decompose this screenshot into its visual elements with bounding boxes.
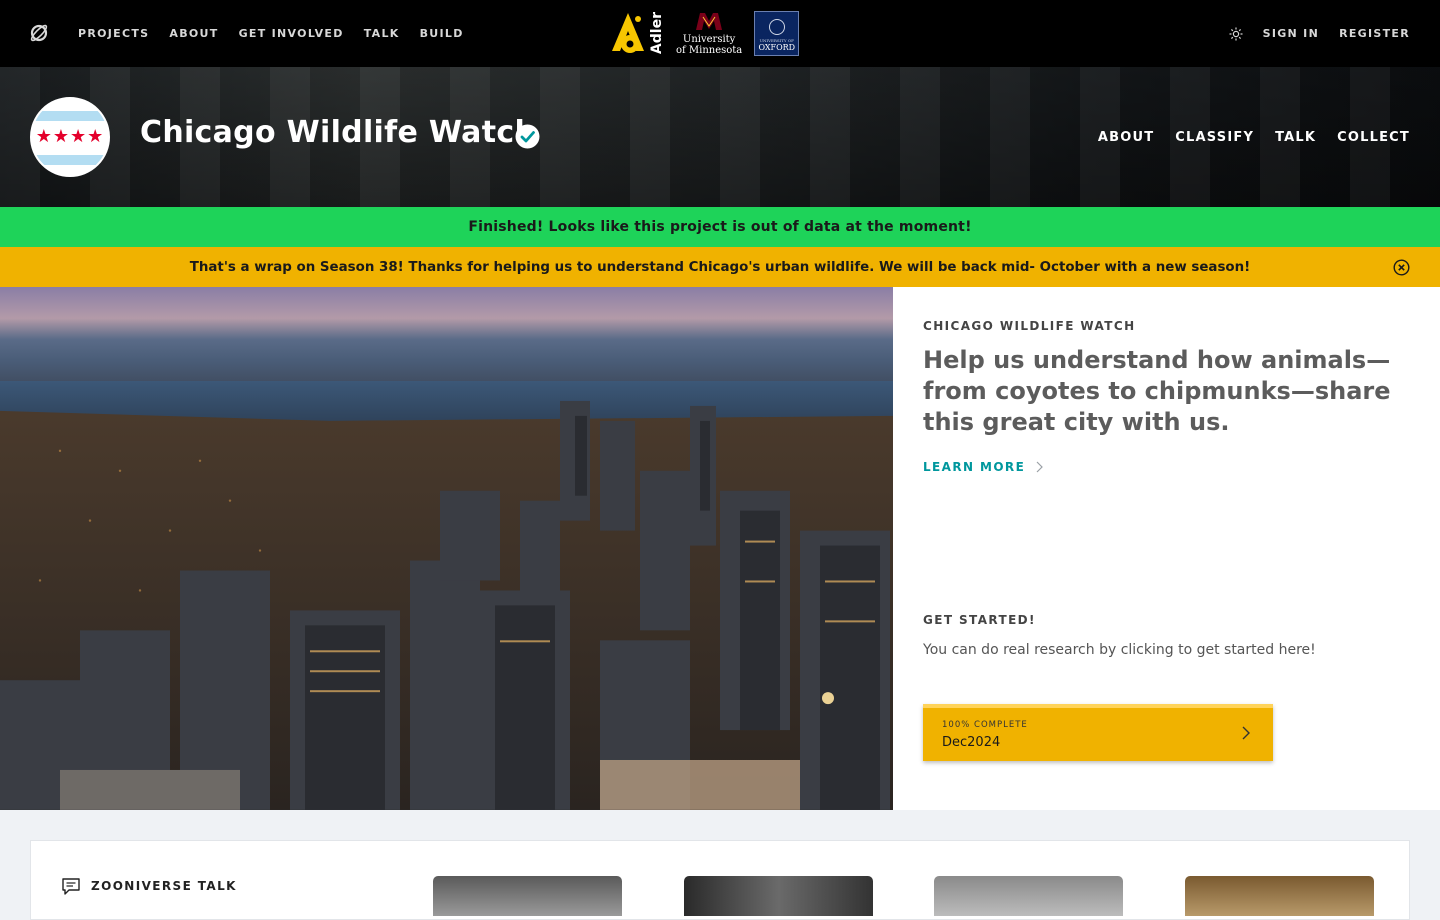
nav-get-involved-link[interactable]: GET INVOLVED: [239, 27, 344, 40]
talk-section: ZOONIVERSE TALK: [30, 840, 1410, 920]
get-started-title: GET STARTED!: [923, 613, 1036, 627]
talk-thumbnail[interactable]: [684, 876, 873, 916]
chicago-skyline-image: [0, 381, 893, 810]
project-eyebrow: CHICAGO WILDLIFE WATCH: [923, 319, 1136, 333]
project-header: ★★★★ Chicago Wildlife Watch ABOUT CLASSI…: [0, 67, 1440, 207]
sign-in-link[interactable]: SIGN IN: [1263, 27, 1319, 40]
project-hero-panel: CHICAGO WILDLIFE WATCH Help us understan…: [893, 287, 1440, 810]
talk-bubble-icon: [62, 878, 80, 895]
talk-thumbnail[interactable]: [433, 876, 622, 916]
finished-banner-text: Finished! Looks like this project is out…: [468, 219, 972, 235]
workflow-name: Dec2024: [942, 735, 1001, 750]
finished-banner: Finished! Looks like this project is out…: [0, 207, 1440, 247]
verified-check-icon: [515, 124, 540, 149]
nav-projects-link[interactable]: PROJECTS: [78, 27, 149, 40]
talk-heading: ZOONIVERSE TALK: [61, 876, 237, 896]
workflow-button[interactable]: 100% COMPLETE Dec2024: [923, 704, 1273, 761]
oxford-wordmark: OXFORD: [758, 42, 796, 52]
zooniverse-logo-icon[interactable]: [29, 23, 49, 43]
learn-more-link[interactable]: LEARN MORE: [923, 460, 1044, 474]
flag-stars: ★★★★: [35, 126, 105, 147]
learn-more-label: LEARN MORE: [923, 460, 1026, 474]
project-background-image: [0, 287, 893, 810]
adler-a-icon: [612, 13, 644, 53]
get-started-text: You can do real research by clicking to …: [923, 642, 1316, 658]
zooniverse-top-nav: PROJECTS ABOUT GET INVOLVED TALK BUILD A…: [0, 0, 1440, 67]
project-avatar[interactable]: ★★★★: [30, 97, 110, 177]
sun-icon[interactable]: [1229, 27, 1243, 41]
flag-band-top: [32, 111, 108, 121]
nav-about-link[interactable]: ABOUT: [169, 27, 218, 40]
top-nav-links: PROJECTS ABOUT GET INVOLVED TALK BUILD: [78, 0, 484, 67]
project-nav: ABOUT CLASSIFY TALK COLLECT: [1098, 67, 1410, 207]
talk-thumbnail[interactable]: [1185, 876, 1374, 916]
talk-thumbnail[interactable]: [934, 876, 1123, 916]
project-nav-talk[interactable]: TALK: [1275, 130, 1316, 145]
adler-wordmark: Adler: [649, 11, 665, 55]
top-right-controls: SIGN IN REGISTER: [1229, 0, 1410, 67]
project-nav-about[interactable]: ABOUT: [1098, 130, 1154, 145]
flag-band-bottom: [32, 155, 108, 165]
umn-name-line1: University: [682, 33, 736, 45]
umn-name-line2: of Minnesota: [676, 44, 743, 56]
project-description: Help us understand how animals—from coyo…: [923, 346, 1391, 436]
talk-title: ZOONIVERSE TALK: [91, 879, 237, 893]
nav-talk-link[interactable]: TALK: [364, 27, 400, 40]
umn-m-icon: [696, 12, 723, 30]
project-nav-collect[interactable]: COLLECT: [1337, 130, 1410, 145]
workflow-progress-label: 100% COMPLETE: [942, 720, 1028, 730]
project-nav-classify[interactable]: CLASSIFY: [1175, 130, 1254, 145]
nav-build-link[interactable]: BUILD: [420, 27, 464, 40]
partner-logos: Adler University of Minnesota UNIVERSITY…: [608, 9, 800, 57]
close-icon[interactable]: [1393, 259, 1410, 276]
season-banner-text: That's a wrap on Season 38! Thanks for h…: [189, 259, 1251, 275]
adler-planetarium-logo[interactable]: Adler: [608, 11, 665, 55]
season-banner: That's a wrap on Season 38! Thanks for h…: [0, 247, 1440, 287]
project-title[interactable]: Chicago Wildlife Watch: [140, 115, 536, 150]
umn-logo[interactable]: University of Minnesota: [676, 11, 742, 56]
register-link[interactable]: REGISTER: [1339, 27, 1410, 40]
oxford-seal-icon: [768, 18, 785, 35]
chevron-right-icon: [1036, 461, 1044, 473]
chevron-right-icon: [1242, 726, 1250, 740]
oxford-logo[interactable]: UNIVERSITY OF OXFORD: [754, 10, 800, 56]
